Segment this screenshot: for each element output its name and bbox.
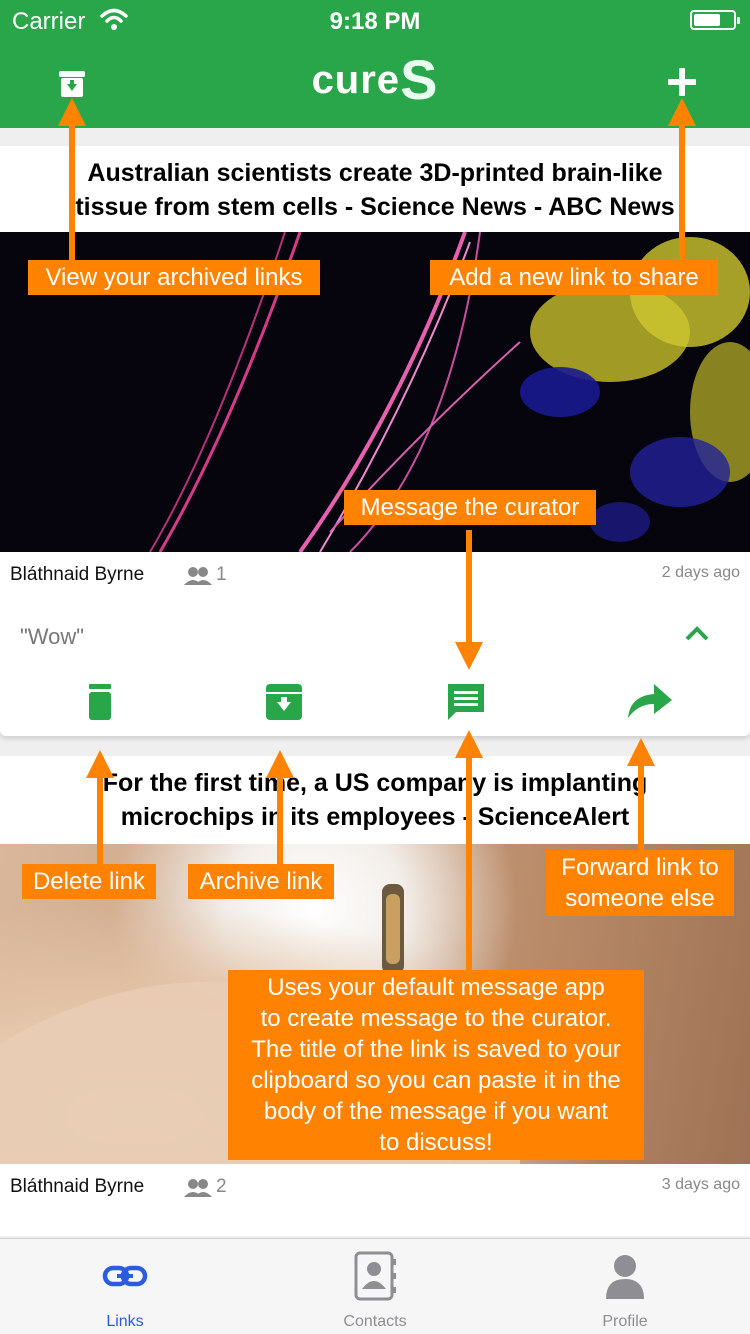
arrow-line bbox=[466, 756, 472, 970]
tab-label: Profile bbox=[602, 1313, 648, 1330]
arrow-line bbox=[97, 776, 103, 866]
arrow-head bbox=[455, 642, 483, 670]
logo-mark: S bbox=[400, 48, 439, 111]
chevron-up-icon[interactable] bbox=[684, 624, 710, 642]
message-icon[interactable] bbox=[446, 682, 486, 722]
annotation-line: to discuss! bbox=[379, 1129, 493, 1156]
annotation-forward: Forward link to someone else bbox=[546, 850, 734, 916]
arrow-line bbox=[69, 124, 75, 260]
shared-count: 1 bbox=[216, 564, 227, 585]
app-logo: cureS bbox=[0, 48, 750, 111]
annotation-delete: Delete link bbox=[22, 864, 156, 899]
arrow-head bbox=[266, 750, 294, 778]
annotation-line: someone else bbox=[565, 885, 715, 912]
annotation-message-details: Uses your default message app to create … bbox=[228, 970, 644, 1160]
arrow-head bbox=[86, 750, 114, 778]
annotation-archive: Archive link bbox=[188, 864, 334, 899]
link-card[interactable]: Australian scientists create 3D-printed … bbox=[0, 146, 750, 736]
tab-label: Contacts bbox=[343, 1313, 407, 1330]
annotation-add: Add a new link to share bbox=[430, 260, 718, 295]
arrow-head bbox=[668, 98, 696, 126]
arrow-head bbox=[58, 98, 86, 126]
tab-bar: Links Contacts Profile bbox=[0, 1238, 750, 1334]
people-icon bbox=[184, 1179, 212, 1197]
tab-label: Links bbox=[106, 1313, 144, 1330]
battery-icon bbox=[690, 10, 740, 30]
annotation-line: Uses your default message app bbox=[267, 974, 605, 1001]
link-title-line: Australian scientists create 3D-printed … bbox=[87, 159, 663, 187]
link-icon bbox=[102, 1265, 148, 1287]
annotation-line: clipboard so you can paste it in the bbox=[251, 1067, 621, 1094]
annotation-archived: View your archived links bbox=[28, 260, 320, 295]
tab-contacts[interactable]: Contacts bbox=[250, 1239, 500, 1334]
time-ago: 3 days ago bbox=[661, 1176, 740, 1193]
link-title-line: tissue from stem cells - Science News - … bbox=[75, 193, 675, 221]
arrow-line bbox=[466, 530, 472, 644]
curator-name[interactable]: Bláthnaid Byrne bbox=[10, 1176, 144, 1198]
profile-icon bbox=[606, 1255, 644, 1299]
logo-text: cure bbox=[311, 58, 401, 102]
time-ago: 2 days ago bbox=[661, 564, 740, 581]
curator-name[interactable]: Bláthnaid Byrne bbox=[10, 564, 144, 586]
forward-icon[interactable] bbox=[626, 682, 674, 722]
comment-text: "Wow" bbox=[20, 624, 85, 649]
link-title[interactable]: Australian scientists create 3D-printed … bbox=[0, 156, 750, 224]
arrow-head bbox=[455, 730, 483, 758]
arrow-line bbox=[277, 776, 283, 866]
people-icon bbox=[184, 567, 212, 585]
contacts-icon bbox=[354, 1251, 396, 1301]
arrow-line bbox=[679, 124, 685, 260]
annotation-message: Message the curator bbox=[344, 490, 596, 525]
nav-bar: cureS bbox=[0, 40, 750, 128]
archive-icon[interactable] bbox=[264, 682, 304, 722]
plus-icon[interactable] bbox=[666, 66, 698, 98]
status-bar: Carrier 9:18 PM bbox=[0, 0, 750, 40]
annotation-line: to create message to the curator. bbox=[260, 1005, 612, 1032]
trash-icon[interactable] bbox=[80, 682, 120, 722]
tab-links[interactable]: Links bbox=[0, 1239, 250, 1334]
shared-count: 2 bbox=[216, 1176, 227, 1197]
arrow-line bbox=[638, 764, 644, 850]
arrow-head bbox=[627, 738, 655, 766]
annotation-line: The title of the link is saved to your bbox=[251, 1036, 621, 1063]
clock: 9:18 PM bbox=[329, 8, 421, 35]
annotation-line: body of the message if you want bbox=[263, 1098, 609, 1125]
tab-profile[interactable]: Profile bbox=[500, 1239, 750, 1334]
annotation-line: Forward link to bbox=[561, 854, 719, 881]
